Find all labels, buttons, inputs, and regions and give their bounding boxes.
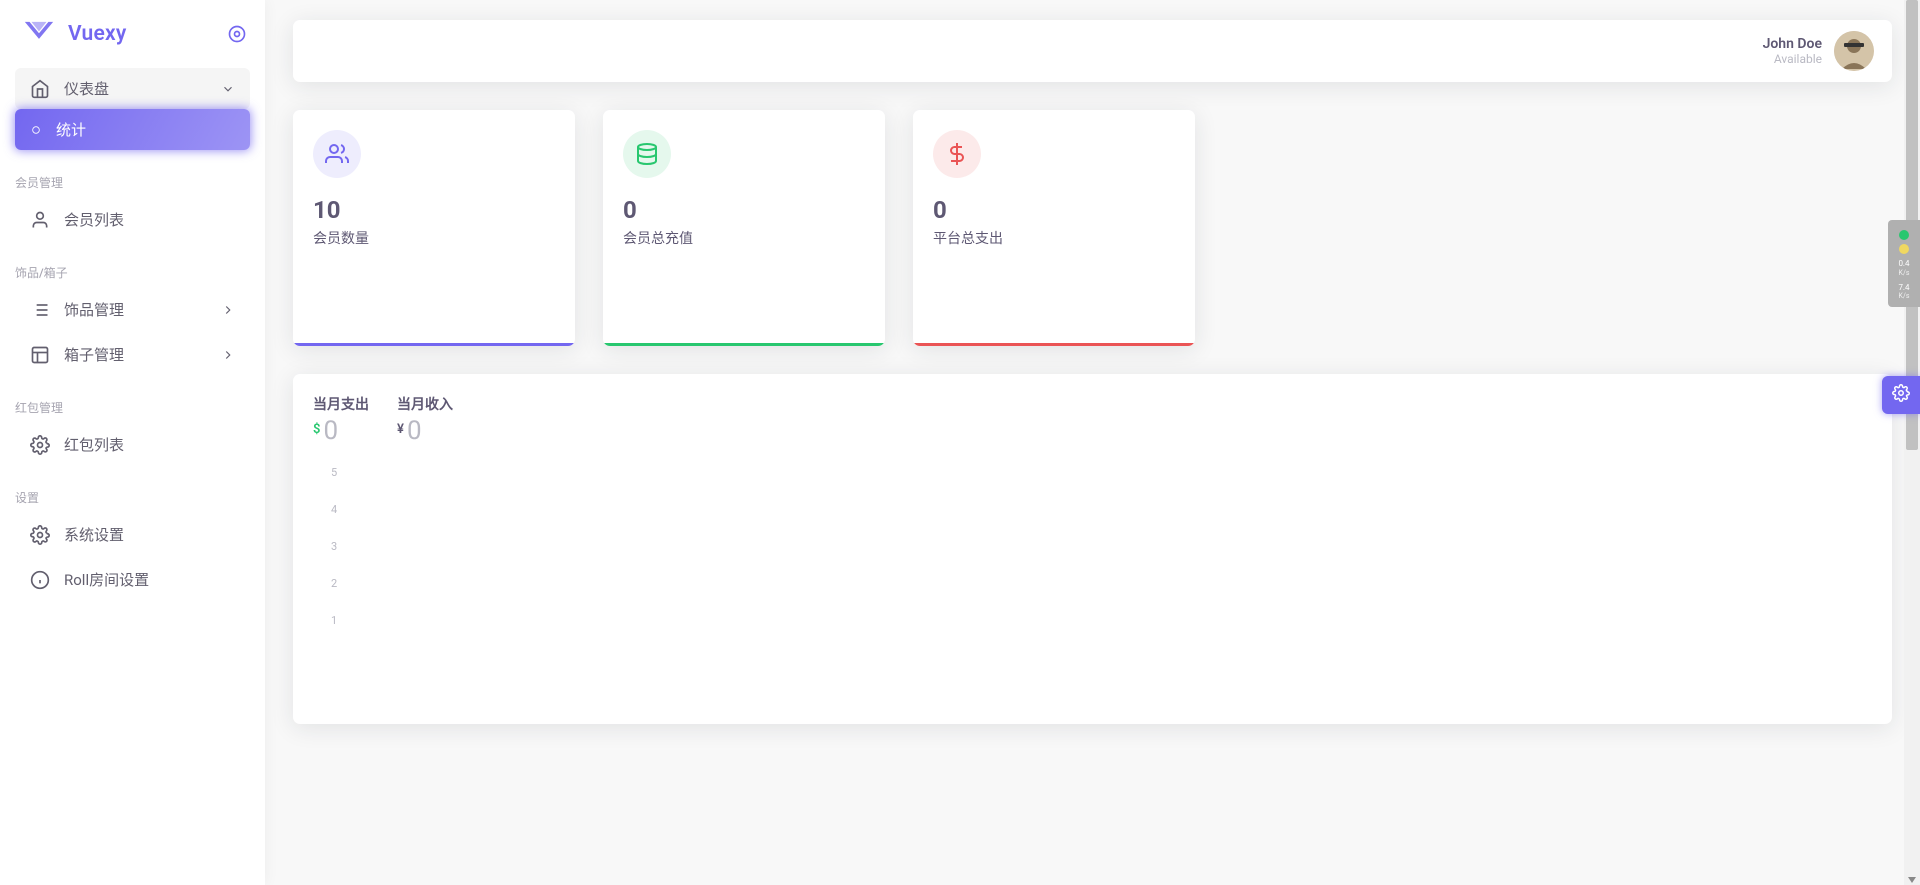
dollar-icon <box>933 130 981 178</box>
sidebar-section-items: 饰品/箱子 <box>0 244 265 289</box>
stat-value: 0 <box>623 196 865 224</box>
sidebar-item-stats[interactable]: 统计 <box>15 109 250 150</box>
avatar <box>1834 31 1874 71</box>
stat-label: 平台总支出 <box>933 228 1175 248</box>
sidebar-item-label: 箱子管理 <box>64 344 207 365</box>
stat-label: 会员总充值 <box>623 228 865 248</box>
chart-tick: 2 <box>331 577 1872 590</box>
sidebar-item-roll-room-settings[interactable]: Roll房间设置 <box>15 559 250 600</box>
chevron-right-icon <box>221 348 235 362</box>
net-up: 7.4K/s <box>1891 284 1917 302</box>
layout-icon <box>30 345 50 365</box>
revenue-income: 当月收入 ¥ 0 <box>397 394 453 446</box>
user-menu[interactable]: John Doe Available <box>1763 31 1874 71</box>
stat-card-payout: 0 平台总支出 <box>913 110 1195 346</box>
stat-value: 10 <box>313 196 555 224</box>
user-name: John Doe <box>1763 36 1822 52</box>
sidebar-item-box-manage[interactable]: 箱子管理 <box>15 334 250 375</box>
net-status-dot-icon <box>1899 244 1909 254</box>
stat-value: 0 <box>933 196 1175 224</box>
sidebar-item-label: 饰品管理 <box>64 299 207 320</box>
sidebar: Vuexy 仪表盘 <box>0 0 265 885</box>
stat-card-members: 10 会员数量 <box>293 110 575 346</box>
revenue-income-title: 当月收入 <box>397 394 453 414</box>
sidebar-item-label: 红包列表 <box>64 434 235 455</box>
revenue-expense-title: 当月支出 <box>313 394 369 414</box>
users-icon <box>313 130 361 178</box>
net-down: 0.4K/s <box>1891 260 1917 278</box>
sidebar-section-members: 会员管理 <box>0 154 265 199</box>
scroll-down-icon[interactable] <box>1907 873 1917 883</box>
gear-icon <box>1892 384 1910 406</box>
revenue-expense-value: 0 <box>323 416 338 446</box>
info-icon <box>30 570 50 590</box>
sidebar-item-dashboard[interactable]: 仪表盘 <box>15 68 250 109</box>
chart-tick: 5 <box>331 466 1872 479</box>
sidebar-item-label: Roll房间设置 <box>64 569 235 590</box>
revenue-chart: 5 4 3 2 1 <box>313 461 1872 627</box>
circle-icon <box>30 124 42 136</box>
sidebar-item-label: 系统设置 <box>64 524 235 545</box>
customizer-button[interactable] <box>1882 376 1920 414</box>
revenue-expense: 当月支出 $ 0 <box>313 394 369 446</box>
scrollbar[interactable] <box>1904 0 1920 885</box>
currency-yen: ¥ <box>397 422 404 437</box>
chevron-right-icon <box>221 303 235 317</box>
user-status: Available <box>1763 52 1822 66</box>
gear-icon <box>30 525 50 545</box>
sidebar-item-label: 统计 <box>56 119 235 140</box>
sidebar-pin-icon[interactable] <box>227 24 247 44</box>
revenue-income-value: 0 <box>407 416 422 446</box>
database-icon <box>623 130 671 178</box>
sidebar-section-redpacket: 红包管理 <box>0 379 265 424</box>
sidebar-item-redpacket-list[interactable]: 红包列表 <box>15 424 250 465</box>
sidebar-item-label: 会员列表 <box>64 209 235 230</box>
revenue-card: 当月支出 $ 0 当月收入 ¥ 0 5 4 <box>293 374 1892 724</box>
stat-label: 会员数量 <box>313 228 555 248</box>
sidebar-item-label: 仪表盘 <box>64 78 207 99</box>
sidebar-item-member-list[interactable]: 会员列表 <box>15 199 250 240</box>
stat-card-recharge: 0 会员总充值 <box>603 110 885 346</box>
main-content: John Doe Available 10 会员数量 <box>265 0 1920 885</box>
list-icon <box>30 300 50 320</box>
sidebar-item-item-manage[interactable]: 饰品管理 <box>15 289 250 330</box>
brand-link[interactable]: Vuexy <box>22 20 126 48</box>
net-status-dot-icon <box>1899 230 1909 240</box>
chart-tick: 3 <box>331 540 1872 553</box>
sidebar-item-system-settings[interactable]: 系统设置 <box>15 514 250 555</box>
brand-name: Vuexy <box>68 22 126 46</box>
gear-icon <box>30 435 50 455</box>
brand-logo-icon <box>22 20 56 48</box>
home-icon <box>30 79 50 99</box>
currency-dollar: $ <box>313 422 320 437</box>
sidebar-section-settings: 设置 <box>0 469 265 514</box>
network-widget: 0.4K/s 7.4K/s <box>1888 220 1920 307</box>
chart-tick: 1 <box>331 614 1872 627</box>
topbar: John Doe Available <box>293 20 1892 82</box>
chart-y-axis: 5 4 3 2 1 <box>331 466 1872 627</box>
user-icon <box>30 210 50 230</box>
chevron-down-icon <box>221 82 235 96</box>
chart-tick: 4 <box>331 503 1872 516</box>
